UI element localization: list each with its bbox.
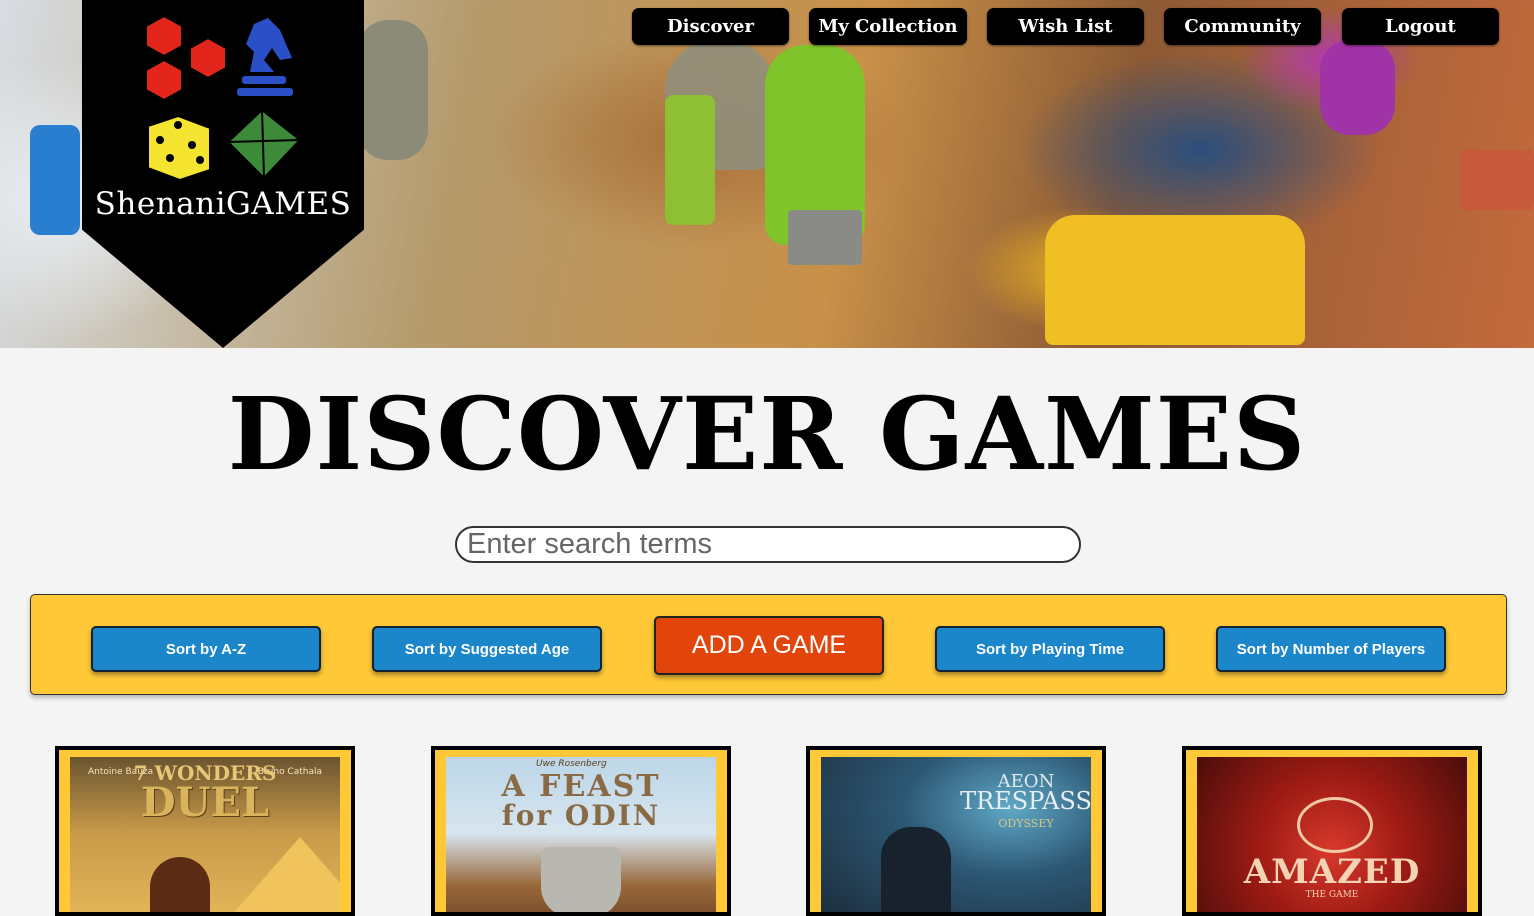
nav-community[interactable]: Community [1164, 8, 1321, 45]
hero-grey-figure [358, 20, 428, 160]
sort-toolbar: Sort by A-Z Sort by Suggested Age ADD A … [30, 594, 1507, 695]
chess-knight-icon [237, 18, 293, 96]
hero-purple-piece [1320, 40, 1395, 135]
game-cover: AEON TRESPASS ODYSSEY [821, 757, 1091, 912]
warrior-art [150, 857, 210, 912]
page-title: DISCOVER GAMES [227, 375, 1307, 493]
sort-age-button[interactable]: Sort by Suggested Age [372, 626, 602, 672]
search-input[interactable] [455, 526, 1081, 563]
game-card[interactable]: Antoine Bauza Bruno Cathala 7 WONDERS DU… [55, 746, 355, 916]
hero-green-piece [665, 95, 715, 225]
game-credit: Uwe Rosenberg [536, 759, 607, 769]
game-cover: Antoine Bauza Bruno Cathala 7 WONDERS DU… [70, 757, 340, 912]
hero-silhouette-art [881, 827, 951, 912]
sort-playing-time-button[interactable]: Sort by Playing Time [935, 626, 1165, 672]
game-card[interactable]: Uwe Rosenberg A FEAST for ODIN [431, 746, 731, 916]
game-card[interactable]: AMAZED THE GAME [1182, 746, 1482, 916]
game-title: TRESPASS [960, 787, 1091, 815]
sort-az-button[interactable]: Sort by A-Z [91, 626, 321, 672]
pyramid-art [230, 837, 340, 912]
game-card[interactable]: AEON TRESPASS ODYSSEY [806, 746, 1106, 916]
sort-players-button[interactable]: Sort by Number of Players [1216, 626, 1446, 672]
game-subtitle: THE GAME [1305, 890, 1359, 900]
hero-blue-piece [30, 125, 80, 235]
game-title: AMAZED [1243, 852, 1421, 892]
nav-logout[interactable]: Logout [1342, 8, 1499, 45]
eye-emblem-art [1297, 797, 1373, 853]
nav-wish-list[interactable]: Wish List [987, 8, 1144, 45]
hero-grey-block [788, 210, 862, 265]
nav-my-collection[interactable]: My Collection [809, 8, 967, 45]
add-game-button[interactable]: ADD A GAME [654, 616, 884, 675]
game-cover: AMAZED THE GAME [1197, 757, 1467, 912]
hero-red-piece [1460, 150, 1534, 210]
game-title: DUEL [140, 779, 270, 826]
dice-icon [147, 114, 211, 182]
brand-name: ShenaniGAMES [94, 186, 352, 222]
nav-discover[interactable]: Discover [632, 8, 789, 45]
game-title: for ODIN [501, 799, 661, 832]
game-cover: Uwe Rosenberg A FEAST for ODIN [446, 757, 716, 912]
goblet-art [541, 847, 621, 912]
main-nav: Discover My Collection Wish List Communi… [632, 8, 1500, 46]
polyhedral-die-icon [226, 108, 302, 180]
hexagon-icon [145, 14, 227, 102]
hero-yellow-piece [1045, 215, 1305, 345]
